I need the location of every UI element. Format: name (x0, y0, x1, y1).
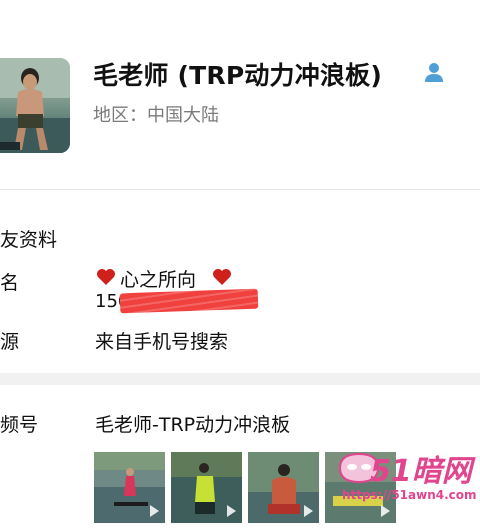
video-thumbnail[interactable] (171, 452, 242, 523)
video-thumbnail[interactable] (94, 452, 165, 523)
channels-name[interactable]: 毛老师-TRP动力冲浪板 (95, 410, 290, 437)
heart-icon (97, 269, 115, 285)
heart-icon (213, 269, 231, 285)
remark-label: 名 (0, 272, 20, 294)
play-icon (227, 505, 236, 517)
section-separator (0, 373, 480, 385)
region-text: 地区：中国大陆 (93, 105, 219, 126)
watermark-logo: 51暗网 https://51awn4.com (336, 444, 477, 506)
divider (0, 189, 480, 190)
avatar[interactable] (0, 58, 70, 153)
avatar-photo (0, 58, 70, 153)
friend-info-title: 友资料 (0, 229, 58, 251)
play-icon (304, 505, 313, 517)
play-icon (381, 505, 390, 517)
source-value: 来自手机号搜索 (95, 331, 229, 353)
source-label: 源 (0, 331, 20, 353)
channels-label: 频号 (0, 414, 39, 436)
contact-person-icon[interactable] (423, 61, 445, 83)
watermark-url: https://51awn4.com (342, 488, 477, 502)
video-thumbnail[interactable] (248, 452, 319, 523)
watermark-brand: 51暗网 (370, 454, 472, 489)
redaction-mark (119, 288, 259, 314)
remark-value[interactable]: 心之所向 (120, 265, 196, 292)
play-icon (150, 505, 159, 517)
display-name: 毛老师 (TRP动力冲浪板) (93, 61, 382, 90)
